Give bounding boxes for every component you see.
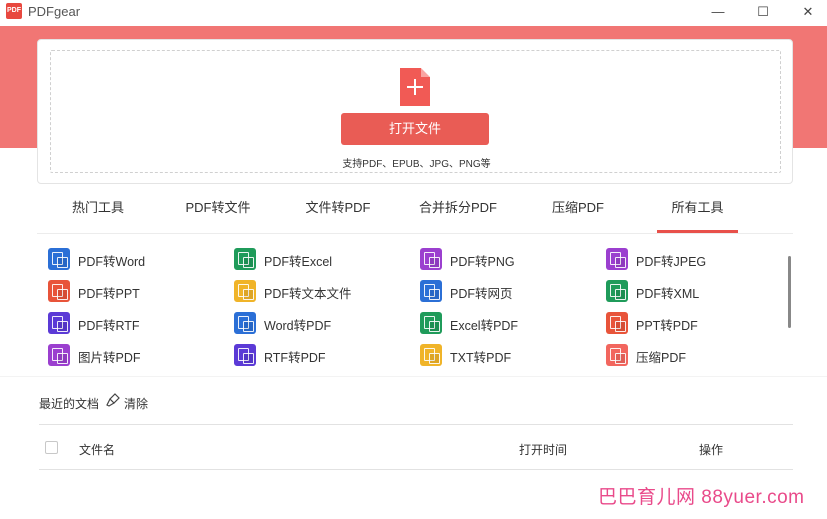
title-bar: PDF PDFgear — ☐ ✕	[0, 0, 827, 26]
image-to-pdf-icon	[48, 344, 70, 366]
tool-item[interactable]: PDF转RTF	[37, 306, 217, 334]
tool-label: RTF转PDF	[264, 351, 326, 365]
tool-label: PDF转文本文件	[264, 287, 352, 301]
tool-item[interactable]: 图片转PDF	[37, 338, 217, 366]
tab-pdf-to-file[interactable]: PDF转文件	[175, 195, 261, 233]
tool-item[interactable]: 压缩PDF	[595, 338, 775, 366]
file-drop-zone[interactable]: 打开文件 支持PDF、EPUB、JPG、PNG等	[50, 50, 781, 173]
ppt-convert-icon	[48, 280, 70, 302]
tool-label: PDF转XML	[636, 287, 700, 301]
tool-label: Word转PDF	[264, 319, 332, 333]
compress-pdf-icon	[606, 344, 628, 366]
tool-item[interactable]: PDF转JPEG	[595, 242, 775, 270]
rtf-to-pdf-icon	[234, 344, 256, 366]
tool-label: Excel转PDF	[450, 319, 519, 333]
add-file-icon[interactable]	[400, 68, 430, 106]
tool-label: 图片转PDF	[78, 351, 141, 365]
open-file-button[interactable]: 打开文件	[341, 113, 489, 145]
tab-hot-tools[interactable]: 热门工具	[57, 195, 139, 233]
recent-table-header: 文件名 打开时间 操作	[39, 424, 793, 470]
tool-label: 压缩PDF	[636, 351, 687, 365]
ppt-to-pdf-icon	[606, 312, 628, 334]
close-button[interactable]: ✕	[798, 3, 818, 21]
tool-label: PDF转Excel	[264, 255, 333, 269]
xml-convert-icon	[606, 280, 628, 302]
app-title: PDFgear	[28, 4, 81, 19]
png-convert-icon	[420, 248, 442, 270]
excel-to-pdf-icon	[420, 312, 442, 334]
tool-label: PDF转网页	[450, 287, 513, 301]
txt-to-pdf-icon	[420, 344, 442, 366]
tab-merge-split[interactable]: 合并拆分PDF	[411, 195, 505, 233]
jpeg-convert-icon	[606, 248, 628, 270]
tool-item[interactable]: Excel转PDF	[409, 306, 589, 334]
tool-grid: PDF转Word PDF转Excel PDF转PNG PDF转JPEG PDF转PPT P…	[37, 240, 793, 370]
tool-label: PDF转Word	[78, 255, 146, 269]
column-open-time: 打开时间	[519, 443, 568, 457]
tool-label: PDF转JPEG	[636, 255, 707, 269]
tool-item[interactable]: PDF转PPT	[37, 274, 217, 302]
tool-label: TXT转PDF	[450, 351, 512, 365]
tool-item[interactable]: PDF转Word	[37, 242, 217, 270]
clear-label: 清除	[124, 397, 149, 411]
tool-item[interactable]: PDF转文本文件	[223, 274, 403, 302]
open-file-card: 打开文件 支持PDF、EPUB、JPG、PNG等	[37, 39, 793, 184]
column-action: 操作	[699, 443, 724, 457]
supported-formats-text: 支持PDF、EPUB、JPG、PNG等	[342, 159, 491, 170]
tool-item[interactable]: PDF转网页	[409, 274, 589, 302]
tool-category-tabs: 热门工具 PDF转文件 文件转PDF 合并拆分PDF 压缩PDF 所有工具	[37, 195, 793, 234]
tool-item[interactable]: PPT转PDF	[595, 306, 775, 334]
minimize-button[interactable]: —	[708, 3, 728, 21]
tool-item[interactable]: PDF转XML	[595, 274, 775, 302]
tool-grid-scrollbar[interactable]	[788, 256, 791, 328]
app-logo: PDF	[6, 3, 22, 19]
watermark-text: 巴巴育儿网 88yuer.com	[598, 487, 805, 508]
tool-label: PDF转PNG	[450, 255, 515, 269]
web-convert-icon	[420, 280, 442, 302]
word-convert-icon	[48, 248, 70, 270]
recent-title: 最近的文档	[39, 397, 100, 411]
text-convert-icon	[234, 280, 256, 302]
rtf-convert-icon	[48, 312, 70, 334]
tab-all-tools[interactable]: 所有工具	[657, 195, 738, 233]
tool-label: PPT转PDF	[636, 319, 698, 333]
column-file-name: 文件名	[79, 443, 116, 457]
word-to-pdf-icon	[234, 312, 256, 334]
tool-label: PDF转RTF	[78, 319, 140, 333]
tool-item[interactable]: PDF转PNG	[409, 242, 589, 270]
tool-item[interactable]: PDF转Excel	[223, 242, 403, 270]
tool-item[interactable]: Word转PDF	[223, 306, 403, 334]
tab-file-to-pdf[interactable]: 文件转PDF	[295, 195, 381, 233]
tool-item[interactable]: TXT转PDF	[409, 338, 589, 366]
broom-icon	[106, 393, 120, 407]
select-all-checkbox[interactable]	[45, 441, 58, 454]
tool-item[interactable]: RTF转PDF	[223, 338, 403, 366]
tool-label: PDF转PPT	[78, 287, 140, 301]
tab-compress[interactable]: 压缩PDF	[539, 195, 617, 233]
maximize-button[interactable]: ☐	[753, 3, 773, 21]
excel-convert-icon	[234, 248, 256, 270]
